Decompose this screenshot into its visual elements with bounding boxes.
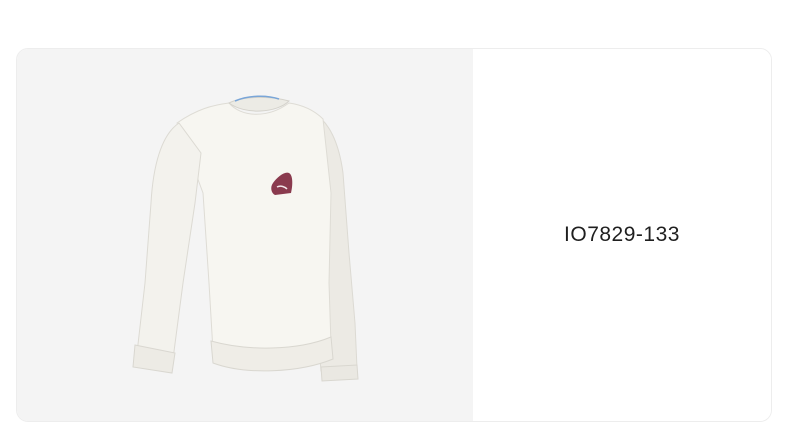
product-image-pane[interactable] xyxy=(17,49,473,421)
product-info-pane: IO7829-133 xyxy=(473,49,771,421)
product-sku: IO7829-133 xyxy=(564,223,680,246)
sweatshirt-image xyxy=(132,95,359,382)
product-card[interactable]: IO7829-133 xyxy=(16,48,772,422)
